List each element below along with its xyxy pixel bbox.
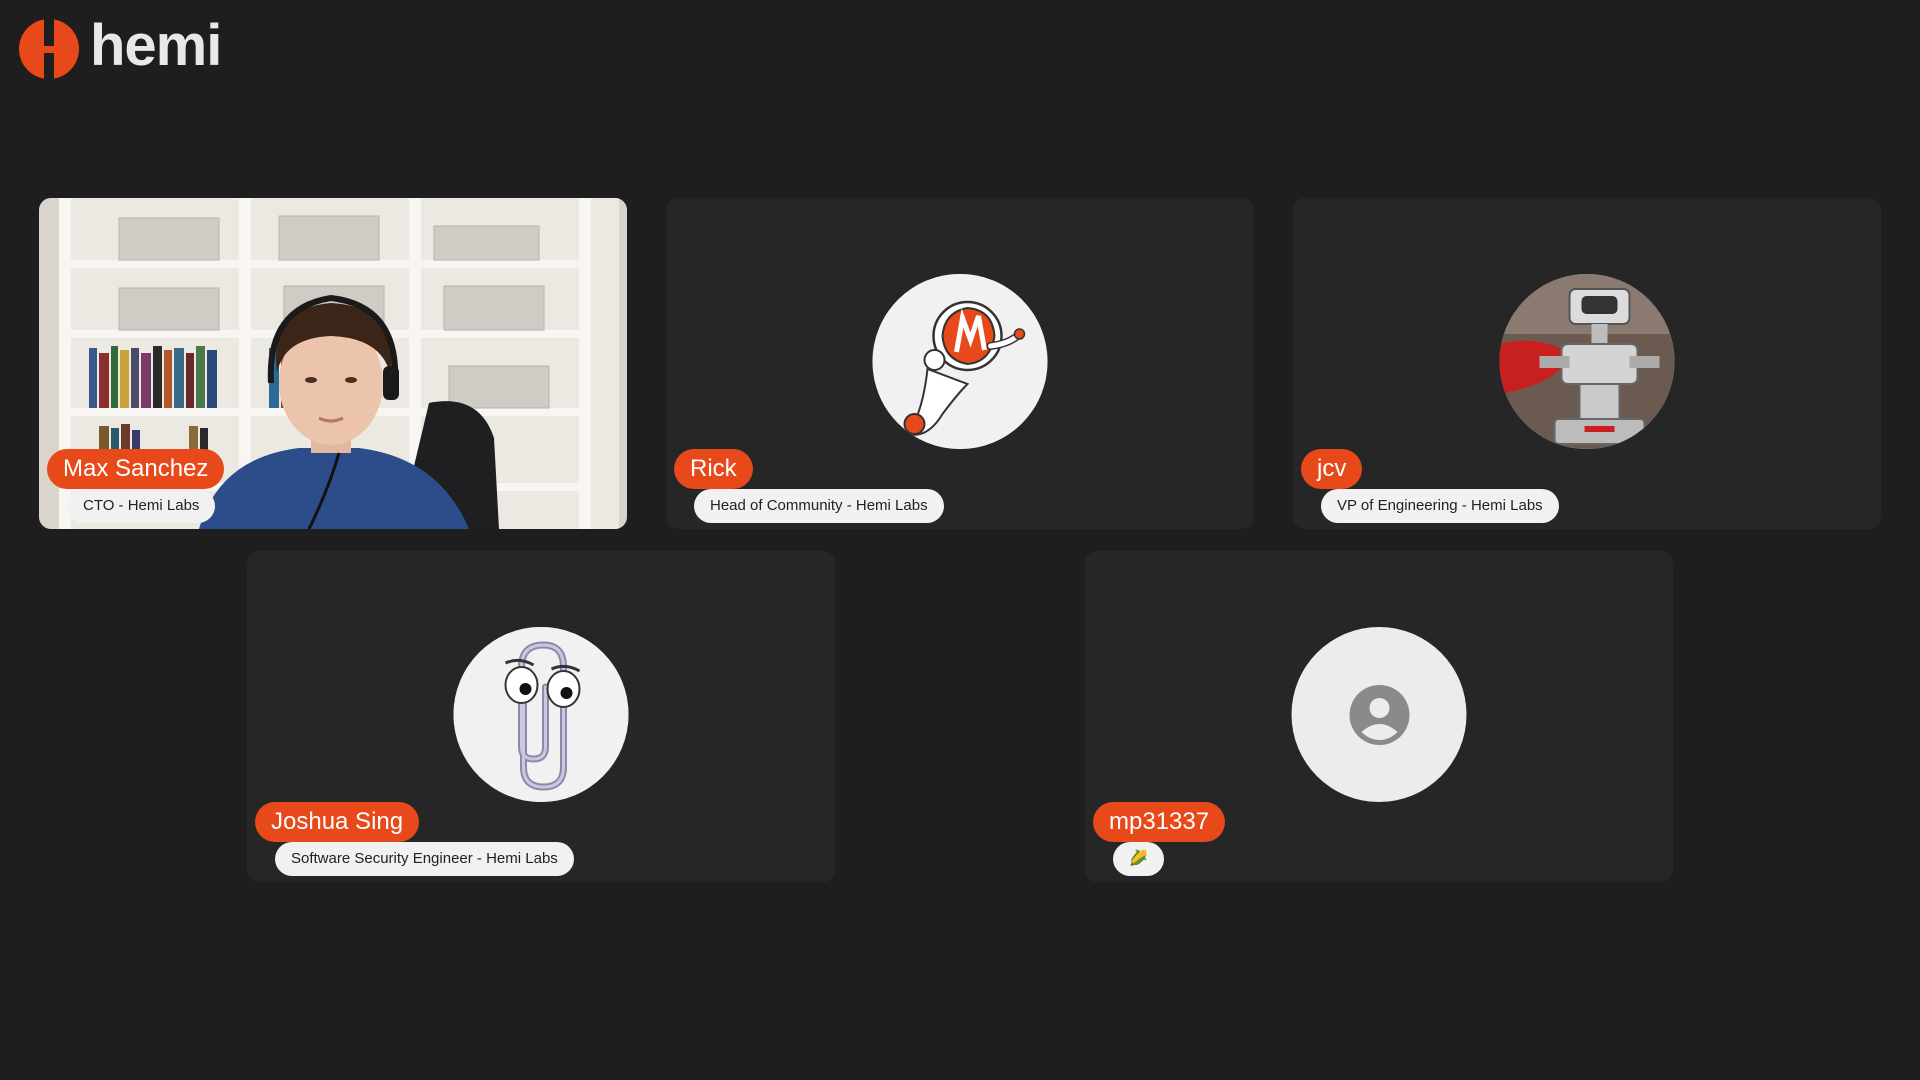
participant-avatar [1499,274,1675,449]
participant-tile-max-sanchez[interactable]: Max Sanchez CTO - Hemi Labs [39,198,627,529]
video-call-stage: hemi Max Sanchez CTO - Hemi Labs Rick He… [0,0,1920,1080]
participant-name: Rick [674,449,753,489]
participant-tile-mp31337[interactable]: mp31337 🌽 [1085,551,1673,882]
participant-avatar [453,627,629,802]
hemi-logo: hemi [18,13,222,80]
participant-avatar [872,274,1048,449]
participant-name: jcv [1301,449,1363,489]
participant-title: 🌽 [1113,842,1164,876]
participant-title: VP of Engineering - Hemi Labs [1321,489,1559,523]
participant-tile-jcv[interactable]: jcv VP of Engineering - Hemi Labs [1293,198,1881,529]
paperclip-mascot-icon [453,627,629,802]
participant-name: mp31337 [1093,802,1226,842]
default-user-icon [1349,684,1409,745]
participant-name: Max Sanchez [47,449,225,489]
robot-photo-icon [1499,274,1675,449]
participant-tile-joshua-sing[interactable]: Joshua Sing Software Security Engineer -… [247,551,835,882]
hemi-logo-icon [19,18,79,80]
participant-title: CTO - Hemi Labs [67,489,216,523]
logo-text: hemi [90,13,222,78]
participant-title: Head of Community - Hemi Labs [694,489,944,523]
participant-avatar [1291,627,1467,802]
participant-name: Joshua Sing [255,802,420,842]
astronaut-mascot-icon [872,274,1048,449]
participant-tile-rick[interactable]: Rick Head of Community - Hemi Labs [666,198,1254,529]
participant-title: Software Security Engineer - Hemi Labs [275,842,574,876]
